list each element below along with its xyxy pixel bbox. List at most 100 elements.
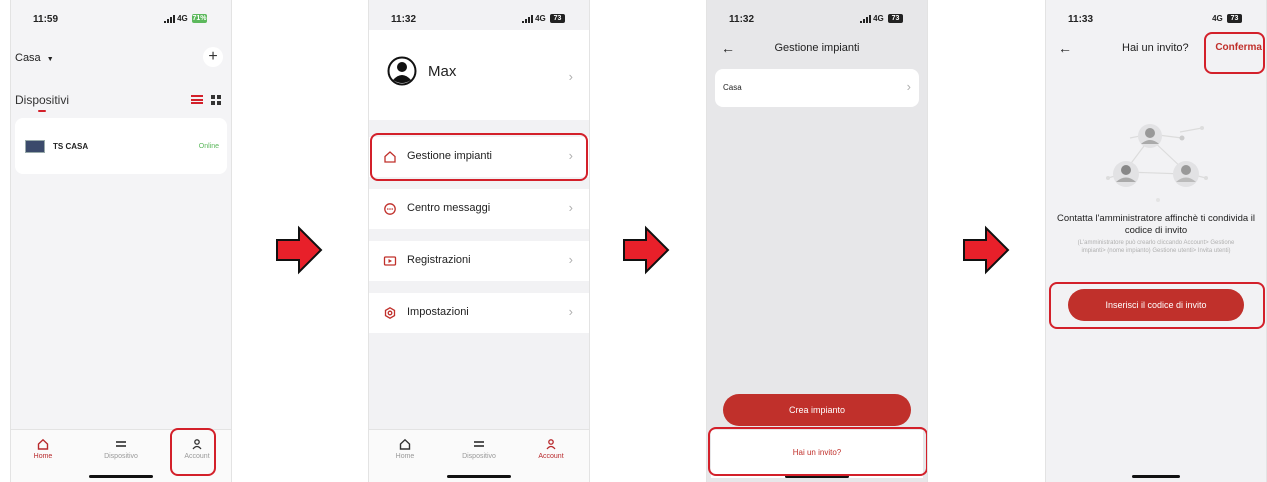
menu-label: Registrazioni [407, 254, 471, 266]
home-selector[interactable]: Casa ▼ [15, 52, 54, 64]
battery-icon: 73 [888, 14, 903, 24]
status-time: 11:32 [729, 14, 755, 25]
network-label: 4G [535, 14, 546, 23]
device-icon [474, 441, 484, 447]
chevron-right-icon: › [568, 304, 573, 319]
highlight-confirm [1204, 32, 1265, 74]
screen-account: 11:32 4G 73 Max › Gestione impianti › Ce… [368, 0, 590, 482]
page-title: Hai un invito? [1122, 42, 1189, 54]
tab-dispositivo[interactable]: Dispositivo [449, 438, 509, 460]
signal-icon [859, 14, 871, 23]
network-label: 4G [177, 14, 188, 23]
screen-invito: 11:33 4G 73 ← Hai un invito? Conferma Co… [1045, 0, 1267, 482]
page-title: Gestione impianti [774, 42, 860, 54]
status-network: 4G 73 [1212, 14, 1242, 24]
tab-home[interactable]: Home [13, 438, 73, 460]
screen-home: 11:59 4G 71% Casa ▼ + Dispositivi TS CAS… [10, 0, 232, 482]
status-bar: 11:33 4G 73 [1046, 14, 1266, 28]
tab-home[interactable]: Home [375, 438, 435, 460]
tab-account[interactable]: Account [167, 438, 227, 460]
tab-account-label: Account [184, 453, 210, 460]
gear-icon [384, 307, 396, 319]
tab-indicator [38, 110, 46, 112]
house-icon [384, 151, 396, 163]
status-network: 4G 73 [859, 14, 903, 24]
menu-gestione-impianti[interactable]: Gestione impianti › [369, 137, 589, 177]
impianto-name: Casa [723, 83, 742, 92]
user-icon [192, 439, 202, 450]
list-view-icon[interactable] [191, 95, 203, 104]
menu-centro-messaggi[interactable]: Centro messaggi › [369, 189, 589, 229]
home-indicator [1132, 475, 1180, 478]
tab-account-label: Account [538, 453, 564, 460]
status-bar: 11:32 4G 73 [707, 14, 927, 28]
user-name: Max [428, 63, 457, 80]
device-card[interactable]: TS CASA Online [15, 118, 227, 174]
battery-icon: 73 [1227, 14, 1242, 24]
network-label: 4G [1212, 14, 1223, 23]
menu-label: Impostazioni [407, 306, 469, 318]
caret-down-icon: ▼ [46, 56, 54, 63]
status-bar: 11:32 4G 73 [369, 14, 589, 28]
message-icon [384, 203, 396, 215]
home-indicator [447, 475, 511, 478]
arrow-right-icon [623, 225, 670, 275]
signal-icon [163, 14, 175, 23]
enter-invite-code-button[interactable]: Inserisci il codice di invito [1068, 289, 1244, 321]
tab-bar: Home Dispositivo Account [11, 429, 231, 482]
profile-header[interactable]: Max › [369, 30, 589, 120]
tab-dispositivo-label: Dispositivo [104, 453, 138, 460]
battery-icon: 73 [550, 14, 565, 24]
chevron-right-icon: › [906, 79, 911, 94]
tab-dispositivo[interactable]: Dispositivo [91, 438, 151, 460]
impianto-item[interactable]: Casa › [715, 69, 919, 107]
chevron-right-icon: › [568, 200, 573, 215]
menu-impostazioni[interactable]: Impostazioni › [369, 293, 589, 333]
intercom-icon [25, 140, 45, 153]
home-icon [37, 438, 49, 450]
chevron-right-icon: › [568, 148, 573, 163]
tab-bar: Home Dispositivo Account [369, 429, 589, 482]
status-network: 4G 73 [521, 14, 565, 24]
invite-heading: Contatta l'amministratore affinchè ti co… [1056, 213, 1256, 236]
section-title: Dispositivi [15, 93, 70, 107]
invite-description: (L'amministratore può crearlo cliccando … [1077, 240, 1235, 254]
tab-dispositivo-label: Dispositivo [462, 453, 496, 460]
tab-account[interactable]: Account [521, 438, 581, 460]
tab-home-label: Home [33, 453, 53, 460]
status-network: 4G 71% [163, 14, 207, 24]
signal-icon [521, 14, 533, 23]
arrow-right-icon [276, 225, 323, 275]
plus-icon: + [208, 48, 218, 65]
tab-home-label: Home [395, 453, 415, 460]
add-button[interactable]: + [203, 47, 223, 67]
device-icon [116, 441, 126, 447]
status-time: 11:32 [391, 14, 417, 25]
invite-illustration [1106, 124, 1208, 202]
status-time: 11:59 [33, 14, 59, 25]
grid-view-icon[interactable] [211, 95, 221, 105]
back-arrow-icon[interactable]: ← [1058, 40, 1072, 56]
home-selector-label: Casa [15, 52, 41, 64]
device-name: TS CASA [53, 142, 89, 151]
user-icon [546, 439, 556, 450]
home-indicator [785, 475, 849, 478]
arrow-right-icon [963, 225, 1010, 275]
chevron-right-icon: › [568, 69, 573, 84]
avatar-icon [387, 56, 417, 86]
chevron-right-icon: › [568, 252, 573, 267]
confirm-button[interactable]: Conferma [1215, 42, 1262, 53]
invite-link[interactable]: Hai un invito? [711, 448, 923, 457]
menu-registrazioni[interactable]: Registrazioni › [369, 241, 589, 281]
battery-icon: 71% [192, 14, 207, 24]
menu-label: Centro messaggi [407, 202, 491, 214]
network-label: 4G [873, 14, 884, 23]
video-icon [383, 256, 397, 266]
invite-link-area[interactable]: Hai un invito? [711, 430, 923, 478]
menu-label: Gestione impianti [407, 150, 492, 162]
crea-impianto-button[interactable]: Crea impianto [723, 394, 911, 426]
device-status: Online [198, 143, 219, 150]
screen-gestione-impianti: 11:32 4G 73 ← Gestione impianti Casa › C… [706, 0, 928, 482]
status-bar: 11:59 4G 71% [11, 14, 231, 28]
home-indicator [89, 475, 153, 478]
